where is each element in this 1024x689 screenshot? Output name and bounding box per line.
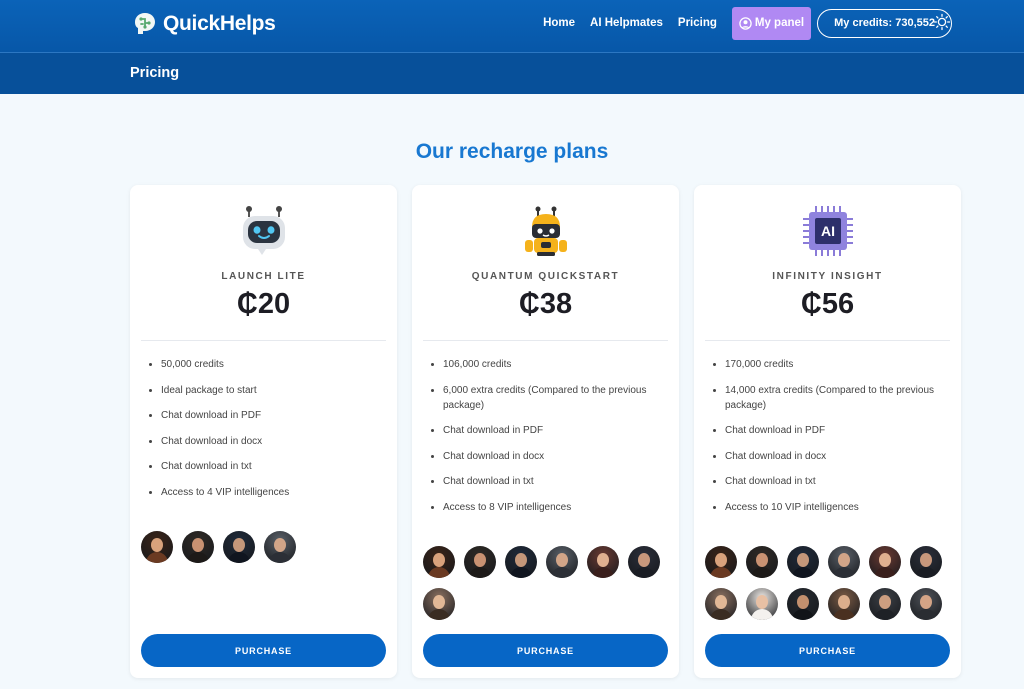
nav-pricing[interactable]: Pricing: [678, 17, 717, 29]
avatar: [423, 546, 455, 578]
feature-item: Access to 8 VIP intelligences: [443, 500, 668, 515]
feature-item: 50,000 credits: [161, 357, 386, 372]
my-panel-button[interactable]: My panel: [731, 6, 812, 40]
feature-item: Chat download in PDF: [443, 423, 668, 438]
divider: [705, 340, 950, 341]
page-header: Pricing: [0, 52, 1024, 94]
credits-button[interactable]: My credits: 730,552: [817, 8, 952, 38]
purchase-button[interactable]: PURCHASE: [705, 634, 950, 667]
main-nav: Home AI Helpmates Pricing My panel My cr…: [543, 6, 952, 40]
feature-item: Chat download in txt: [443, 474, 668, 489]
avatar: [910, 546, 942, 578]
feature-list: 170,000 credits 14,000 extra credits (Co…: [725, 357, 950, 525]
brand-name: QuickHelps: [163, 12, 276, 35]
avatar: [869, 546, 901, 578]
divider: [423, 340, 668, 341]
avatar: [787, 546, 819, 578]
avatar: [464, 546, 496, 578]
purchase-button[interactable]: PURCHASE: [141, 634, 386, 667]
feature-item: Chat download in docx: [725, 449, 950, 464]
plan-card-quantum-quickstart: QUANTUM QUICKSTART ₵38 106,000 credits 6…: [412, 185, 679, 678]
feature-item: Chat download in txt: [725, 474, 950, 489]
avatar: [787, 588, 819, 620]
svg-text:AI: AI: [821, 223, 835, 239]
avatar: [910, 588, 942, 620]
feature-item: Access to 4 VIP intelligences: [161, 485, 386, 500]
plan-price: ₵56: [800, 288, 855, 320]
feature-item: Chat download in PDF: [161, 408, 386, 423]
feature-item: Chat download in docx: [443, 449, 668, 464]
section-title: Our recharge plans: [415, 140, 609, 163]
plan-card-launch-lite: LAUNCH LITE ₵20 50,000 credits Ideal pac…: [130, 185, 397, 678]
yellow-robot-icon: [520, 205, 572, 257]
robot-head-icon: [238, 205, 290, 257]
avatar: [423, 588, 455, 620]
avatar-group: [141, 531, 391, 573]
feature-list: 50,000 credits Ideal package to start Ch…: [161, 357, 386, 510]
brand-logo[interactable]: QuickHelps: [132, 10, 276, 38]
avatar: [223, 531, 255, 563]
avatar: [264, 531, 296, 563]
avatar: [182, 531, 214, 563]
feature-item: 106,000 credits: [443, 357, 668, 372]
top-navbar: QuickHelps Home AI Helpmates Pricing My …: [0, 0, 1024, 52]
plan-price: ₵20: [236, 288, 291, 320]
feature-item: Ideal package to start: [161, 383, 386, 398]
avatar-group: [423, 546, 673, 630]
page-title: Pricing: [130, 65, 180, 81]
my-panel-label: My panel: [754, 17, 805, 29]
feature-item: 6,000 extra credits (Compared to the pre…: [443, 383, 668, 413]
avatar: [705, 546, 737, 578]
feature-item: Chat download in txt: [161, 459, 386, 474]
divider: [141, 340, 386, 341]
plan-card-infinity-insight: AI INFINITY INSIGHT ₵56 170,000 credits …: [694, 185, 961, 678]
avatar-group: [705, 546, 955, 630]
avatar: [505, 546, 537, 578]
avatar: [587, 546, 619, 578]
credits-label: My credits: 730,552: [834, 17, 935, 29]
nav-ai-helpmates[interactable]: AI Helpmates: [590, 17, 663, 29]
avatar: [828, 546, 860, 578]
feature-item: Chat download in docx: [161, 434, 386, 449]
avatar: [869, 588, 901, 620]
avatar: [828, 588, 860, 620]
ai-chip-icon: AI: [802, 205, 854, 257]
avatar: [628, 546, 660, 578]
plan-name: QUANTUM QUICKSTART: [471, 271, 620, 282]
plan-price: ₵38: [518, 288, 573, 320]
plan-name: LAUNCH LITE: [221, 271, 306, 282]
feature-list: 106,000 credits 6,000 extra credits (Com…: [443, 357, 668, 525]
avatar: [705, 588, 737, 620]
avatar: [141, 531, 173, 563]
feature-item: 170,000 credits: [725, 357, 950, 372]
brain-logo-icon: [132, 11, 158, 37]
feature-item: 14,000 extra credits (Compared to the pr…: [725, 383, 950, 413]
feature-item: Chat download in PDF: [725, 423, 950, 438]
user-circle-icon: [739, 16, 752, 30]
purchase-button[interactable]: PURCHASE: [423, 634, 668, 667]
sun-icon[interactable]: [933, 13, 951, 31]
nav-home[interactable]: Home: [543, 17, 575, 29]
avatar: [546, 546, 578, 578]
avatar: [746, 546, 778, 578]
avatar: [746, 588, 778, 620]
feature-item: Access to 10 VIP intelligences: [725, 500, 950, 515]
plan-name: INFINITY INSIGHT: [772, 271, 883, 282]
